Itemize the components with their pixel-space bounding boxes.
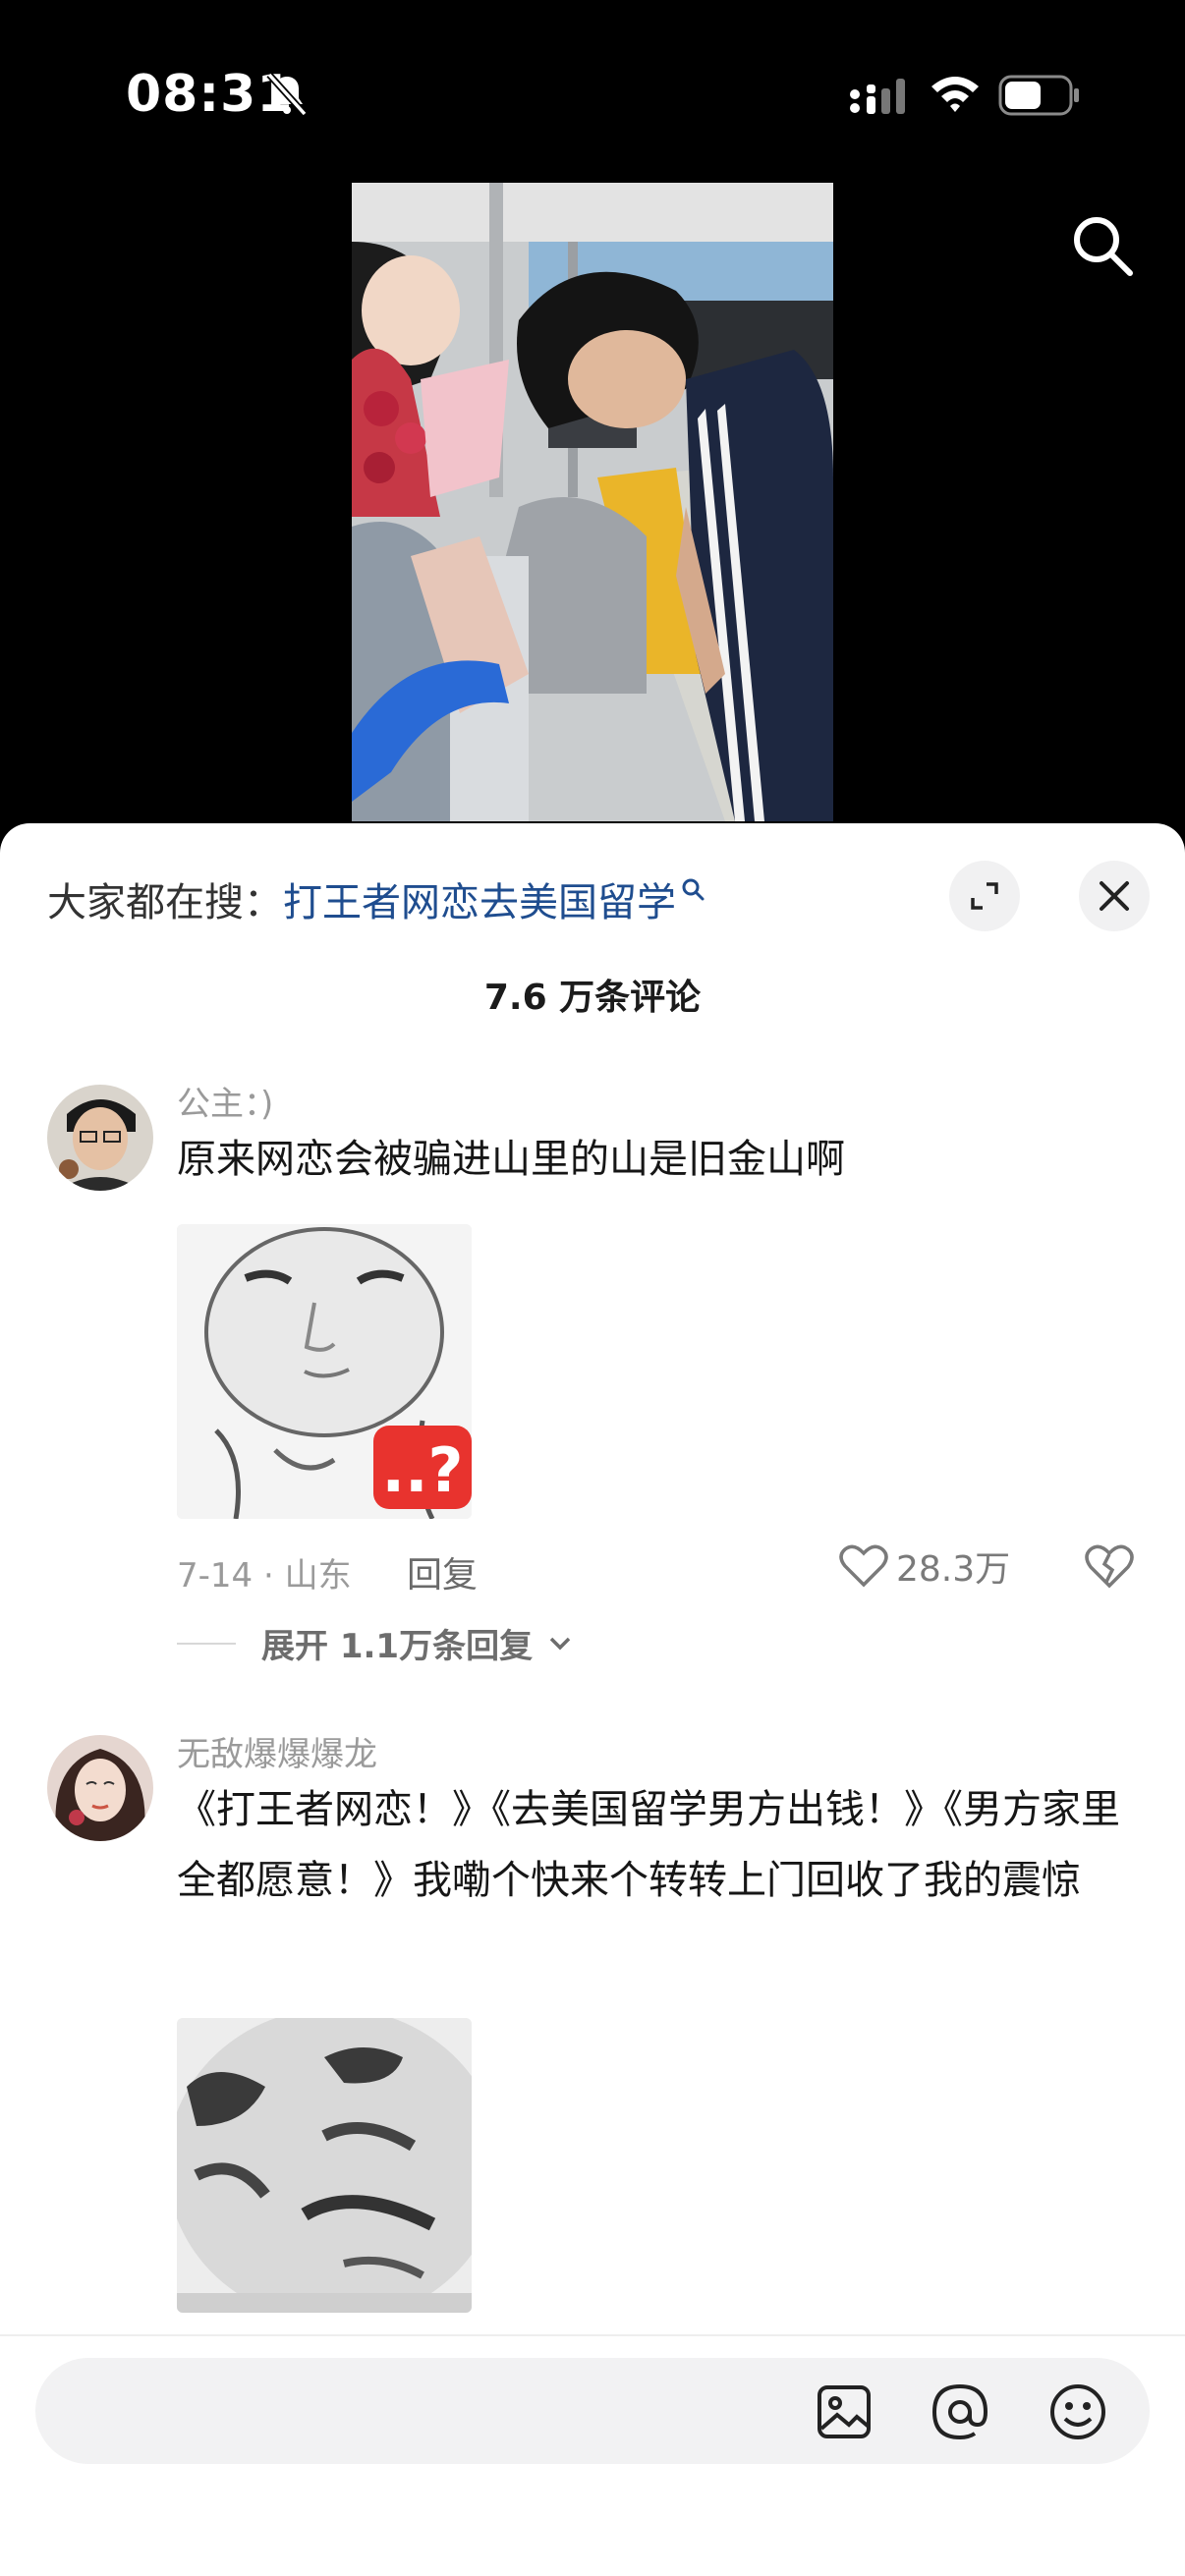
video-player[interactable] [352,183,833,821]
cellular-signal-icon [850,79,905,114]
battery-icon [998,75,1079,116]
reply-button[interactable]: 回复 [407,1546,478,1597]
image-icon[interactable] [814,2381,875,2442]
bell-muted-icon [266,72,308,117]
comment-input[interactable] [75,2378,782,2444]
comment-count: 7.6 万条评论 [483,978,702,1018]
search-suggestion-prefix: 大家都在搜： [47,880,283,925]
search-suggestion-keyword[interactable]: 打王者网恋去美国留学 [283,880,676,925]
expand-icon [971,882,998,910]
comment-username[interactable]: 无敌爆爆爆龙 [177,1727,377,1775]
video-frame-image [352,183,833,821]
comment-input-container[interactable] [35,2358,1150,2464]
comment-sticker-image[interactable]: ..? [177,1224,472,1519]
mention-icon[interactable] [930,2381,990,2442]
search-suggestion[interactable]: 大家都在搜：打王者网恋去美国留学 [47,870,705,927]
emoji-icon[interactable] [1047,2381,1108,2442]
comment-username[interactable]: 公主：) [177,1077,273,1125]
search-icon[interactable] [1067,210,1138,281]
like-count: 28.3万 [896,1549,1011,1590]
comment-meta: 7-14 · 山东 [177,1556,352,1596]
comment-text: 《打王者网恋！》《去美国留学男方出钱！》《男方家里全都愿意！》我嘞个快来个转转上… [177,1787,1120,1903]
heart-icon [839,1544,888,1588]
comment-text: 原来网恋会被骗进山里的山是旧金山啊 [177,1137,845,1182]
svg-text:..?: ..? [381,1434,463,1506]
screen: 08:31 大家都在搜：打王者网恋去美国留学 7.6 万条评论 公主：) 原来网… [0,0,1185,2576]
like-button[interactable]: 28.3万 [839,1540,1010,1592]
comment-input-bar [0,2334,1185,2576]
avatar[interactable] [47,1085,153,1191]
expand-replies-label: 展开 1.1万条回复 [261,1627,534,1666]
comment-sheet: 大家都在搜：打王者网恋去美国留学 7.6 万条评论 公主：) 原来网恋会被骗进山… [0,823,1185,2576]
expand-replies-button[interactable]: 展开 1.1万条回复 [177,1619,572,1667]
avatar[interactable] [47,1735,153,1841]
comment-sticker-image[interactable] [177,2018,472,2313]
small-search-icon [682,878,705,901]
close-icon [1100,881,1129,911]
wifi-icon [931,77,979,112]
divider-line [177,1642,236,1645]
fullscreen-button[interactable] [949,861,1020,931]
close-button[interactable] [1079,861,1150,931]
broken-heart-icon[interactable] [1085,1542,1134,1590]
chevron-down-icon [549,1637,571,1650]
